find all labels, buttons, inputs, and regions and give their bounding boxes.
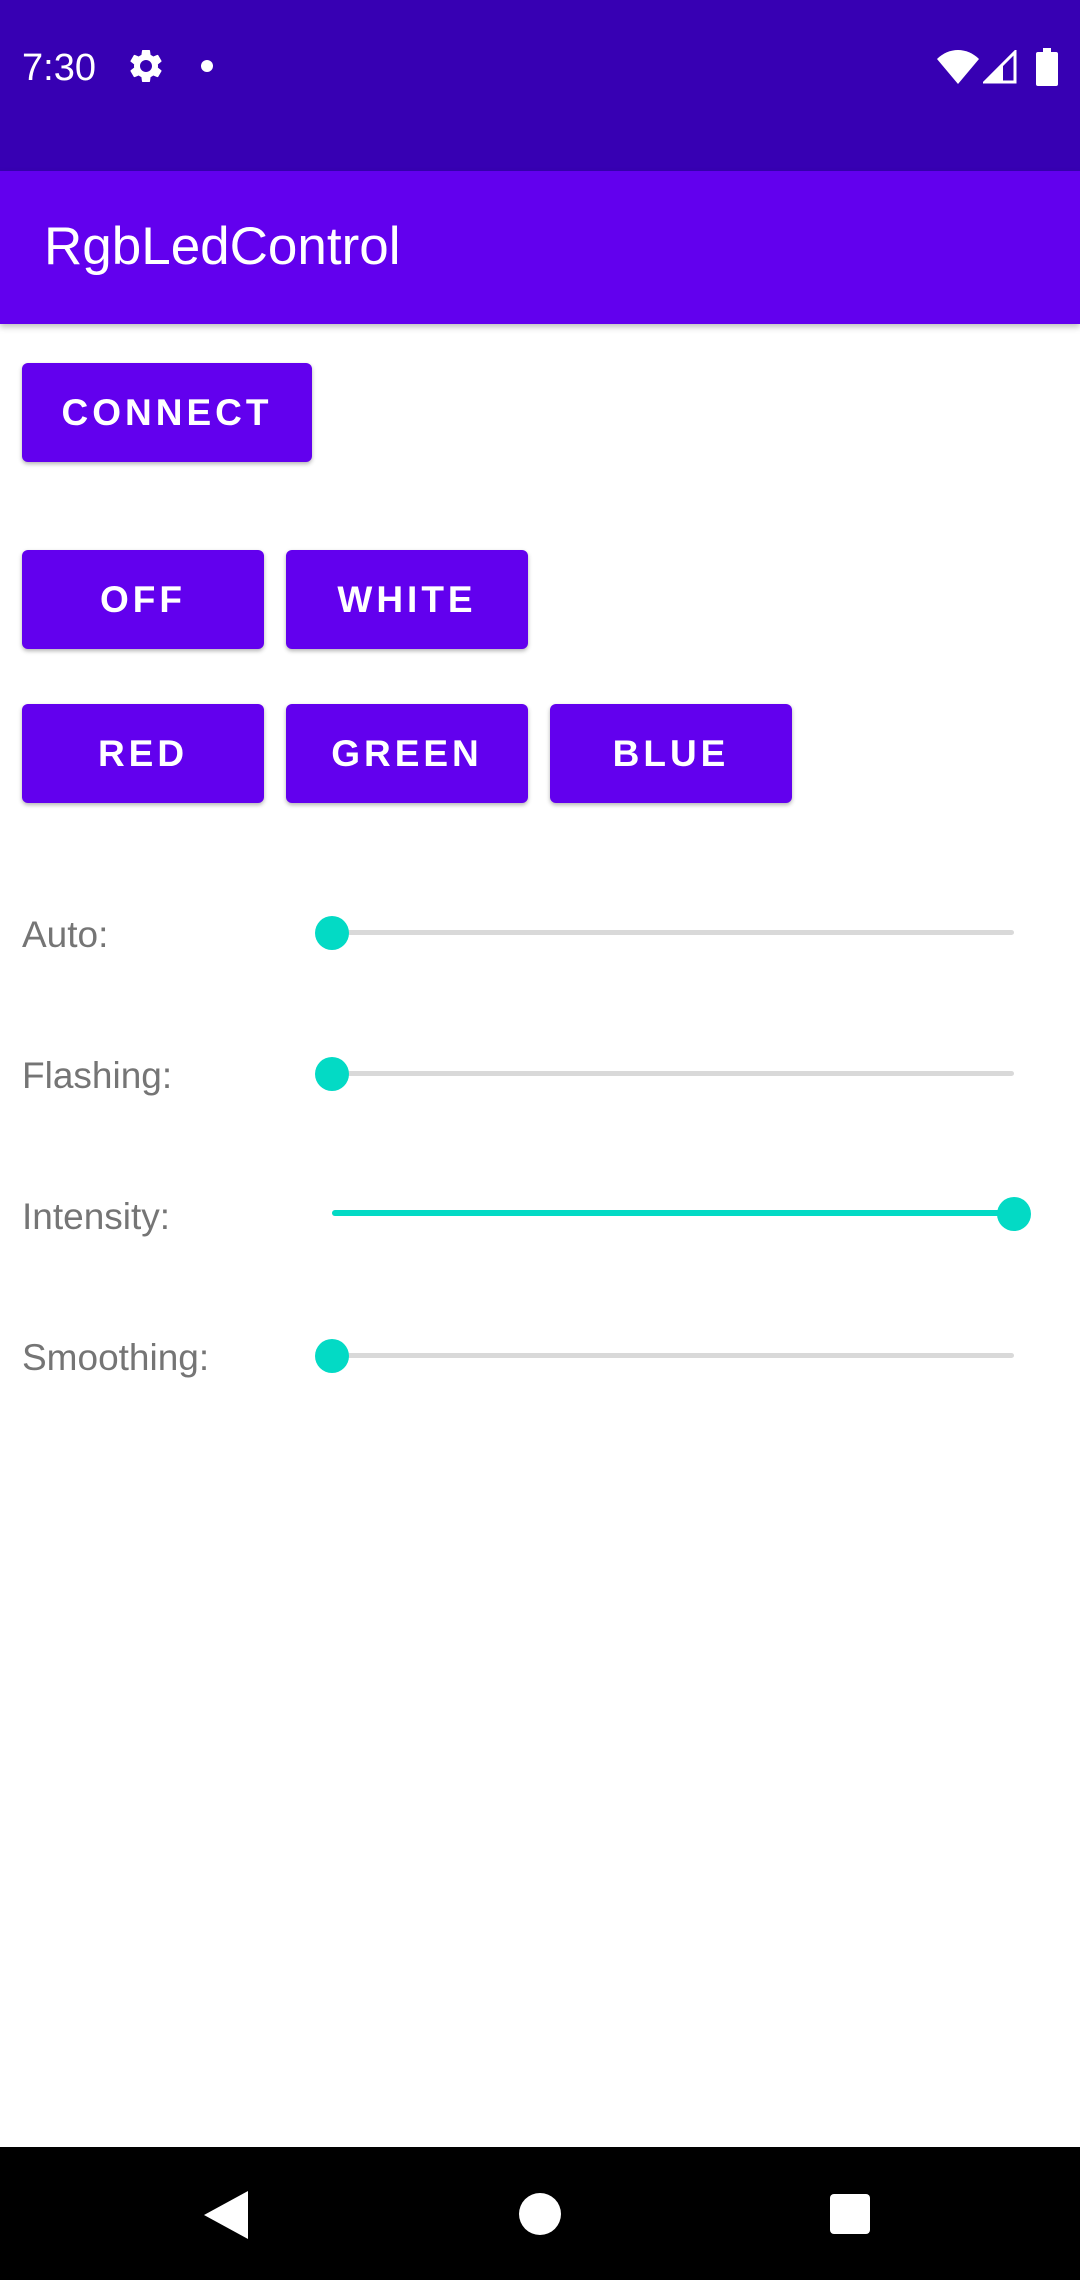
status-time: 7:30	[22, 47, 96, 89]
slider-thumb[interactable]	[997, 1197, 1031, 1231]
home-icon[interactable]	[519, 2193, 561, 2235]
intensity-label: Intensity:	[22, 1196, 171, 1237]
back-icon[interactable]	[204, 2191, 248, 2239]
slider-thumb[interactable]	[315, 916, 349, 950]
slider-thumb[interactable]	[315, 1339, 349, 1373]
recents-icon[interactable]	[830, 2194, 870, 2234]
slider-track	[332, 930, 1014, 935]
slider-track	[332, 1353, 1014, 1358]
red-button[interactable]: RED	[22, 704, 264, 803]
flashing-slider[interactable]	[315, 1057, 1014, 1091]
gear-icon	[130, 50, 162, 82]
blue-button[interactable]: BLUE	[550, 704, 792, 803]
green-button[interactable]: GREEN	[286, 704, 528, 803]
auto-label: Auto:	[22, 914, 109, 955]
off-button[interactable]: OFF	[22, 550, 264, 649]
app-bar: RgbLedControl	[0, 171, 1080, 324]
slider-fill	[332, 1210, 1014, 1216]
notification-dot-icon	[201, 60, 213, 72]
slider-thumb[interactable]	[315, 1057, 349, 1091]
connect-button[interactable]: CONNECT	[22, 363, 312, 462]
auto-slider[interactable]	[315, 916, 1014, 950]
slider-track	[332, 1071, 1014, 1076]
wifi-icon	[937, 50, 979, 84]
status-bar: 7:30	[0, 0, 1080, 171]
white-button[interactable]: WHITE	[286, 550, 528, 649]
smoothing-label: Smoothing:	[22, 1337, 210, 1378]
flashing-label: Flashing:	[22, 1055, 173, 1096]
signal-icon	[983, 50, 1017, 84]
smoothing-slider[interactable]	[315, 1339, 1014, 1373]
battery-icon	[1036, 48, 1058, 86]
app-title: RgbLedControl	[44, 217, 401, 276]
navigation-bar	[0, 2147, 1080, 2280]
intensity-slider[interactable]	[332, 1197, 1031, 1231]
